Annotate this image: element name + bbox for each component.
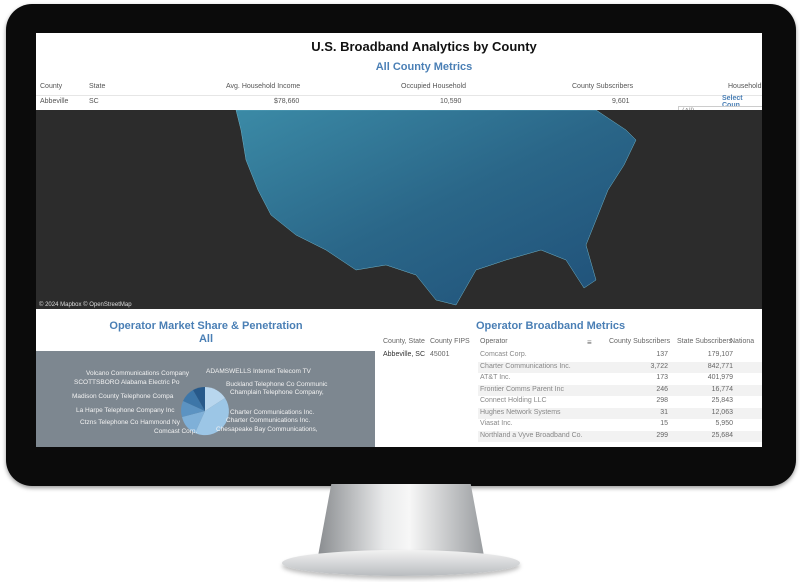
pie-label: Charter Communications Inc. xyxy=(226,417,311,424)
cell-state-subs: 16,774 xyxy=(711,385,733,393)
pie-label: Buckland Telephone Co Communic xyxy=(226,381,328,388)
cell-income: $78,660 xyxy=(274,98,300,105)
cell-operator: Viasat Inc. xyxy=(480,420,513,427)
cell-state-subs: 25,843 xyxy=(711,397,733,404)
pie-label: ADAMSWELLS Internet Telecom TV xyxy=(206,368,311,375)
map-credit: © 2024 Mapbox © OpenStreetMap xyxy=(39,302,132,308)
col-operator: Operator xyxy=(480,338,508,345)
cell-operator: AT&T Inc. xyxy=(480,374,511,381)
operator-metrics-title: Operator Broadband Metrics xyxy=(476,320,626,332)
cell-operator: Connect Holding LLC xyxy=(480,397,547,404)
cell-state: SC xyxy=(89,98,99,105)
table-row[interactable]: Connect Holding LLC 298 25,843 xyxy=(478,396,762,408)
table-row[interactable]: Northland a Vyve Broadband Co. 299 25,68… xyxy=(478,430,762,442)
pie-label: Champlain Telephone Company, xyxy=(230,389,324,396)
cell-operator: Charter Communications Inc. xyxy=(480,362,571,370)
col-income: Avg. Household Income xyxy=(226,83,301,90)
col-subscribers: County Subscribers xyxy=(572,83,634,90)
market-share-title: Operator Market Share & Penetration xyxy=(109,320,303,332)
monitor-base xyxy=(282,550,520,576)
cell-state-subs: 5,950 xyxy=(715,420,733,427)
cell-county-subs: 299 xyxy=(656,431,668,439)
cell-county: Abbeville xyxy=(40,98,69,105)
cell-county-subs: 15 xyxy=(660,420,668,427)
pie-label: Comcast Corp. xyxy=(154,428,198,435)
cell-occupied: 10,590 xyxy=(440,98,462,105)
cell-subscribers: 9,601 xyxy=(612,98,630,105)
table-row[interactable]: Frontier Comms Parent Inc 246 16,774 xyxy=(478,384,762,396)
pie-label: Volcano Communications Company xyxy=(86,370,189,377)
cell-operator: Frontier Comms Parent Inc xyxy=(480,385,565,393)
col-state: State xyxy=(89,83,106,90)
cell-county-subs: 246 xyxy=(656,385,668,393)
pie-label: Ctzns Telephone Co Hammond Ny xyxy=(80,419,180,426)
pie-label: Charter Communications Inc. xyxy=(230,409,315,416)
pie-label: SCOTTSBORO Alabama Electric Po xyxy=(74,379,180,386)
table-row[interactable]: Hughes Network Systems 31 12,063 xyxy=(478,407,762,419)
cell-state-subs: 401,979 xyxy=(707,374,733,381)
col-national: Nationa xyxy=(730,338,755,345)
table-header: County, State County FIPS Operator ≡ Cou… xyxy=(380,338,762,350)
sort-icon[interactable]: ≡ xyxy=(587,338,592,347)
table-row[interactable]: AT&T Inc. 173 401,979 xyxy=(478,373,762,385)
cell-operator: Comcast Corp. xyxy=(480,351,527,358)
col-state-subs: State Subscribers xyxy=(677,338,733,345)
page-title: U.S. Broadband Analytics by County xyxy=(311,39,537,54)
market-share-subtitle: All xyxy=(198,333,214,345)
table-row[interactable]: Comcast Corp. 137 179,107 xyxy=(478,350,762,362)
metrics-header: County State Avg. Household Income Occup… xyxy=(36,83,762,95)
cell-county-subs: 31 xyxy=(660,408,668,416)
col-county-state: County, State xyxy=(383,338,425,345)
pie-label: Chesapeake Bay Communications, xyxy=(216,426,318,433)
us-map-shape xyxy=(235,109,637,306)
cell-county-state: Abbeville, SC xyxy=(383,351,426,358)
cell-fips: 45001 xyxy=(430,351,450,358)
cell-state-subs: 842,771 xyxy=(707,362,733,370)
col-occupied: Occupied Household xyxy=(401,83,466,90)
pie-label: Madison County Telephone Compa xyxy=(72,393,174,400)
table-row[interactable]: Viasat Inc. 15 5,950 xyxy=(478,419,762,431)
cell-state-subs: 12,063 xyxy=(711,408,733,416)
cell-county-subs: 137 xyxy=(656,351,668,358)
cell-operator: Northland a Vyve Broadband Co. xyxy=(480,431,583,439)
col-fips: County FIPS xyxy=(430,338,470,345)
col-household: Household xyxy=(728,83,762,90)
monitor-stand xyxy=(318,484,484,556)
cell-county-subs: 173 xyxy=(656,374,668,381)
metrics-row: Abbeville SC $78,660 10,590 9,601 xyxy=(36,95,762,107)
market-share-pie[interactable]: Volcano Communications Company SCOTTSBOR… xyxy=(36,351,375,447)
pie-label: La Harpe Telephone Company Inc xyxy=(76,407,175,414)
col-county: County xyxy=(40,83,63,90)
county-map[interactable]: © 2024 Mapbox © OpenStreetMap xyxy=(36,109,762,309)
metrics-title: All County Metrics xyxy=(375,61,473,73)
cell-county-subs: 298 xyxy=(656,397,668,404)
cell-operator: Hughes Network Systems xyxy=(480,408,561,416)
table-row[interactable]: Charter Communications Inc. 3,722 842,77… xyxy=(478,361,762,373)
dashboard-screen: U.S. Broadband Analytics by County All C… xyxy=(36,33,762,447)
col-county-subs: County Subscribers xyxy=(609,338,671,345)
cell-county-subs: 3,722 xyxy=(650,362,668,370)
cell-state-subs: 179,107 xyxy=(707,351,733,358)
cell-state-subs: 25,684 xyxy=(711,431,733,439)
